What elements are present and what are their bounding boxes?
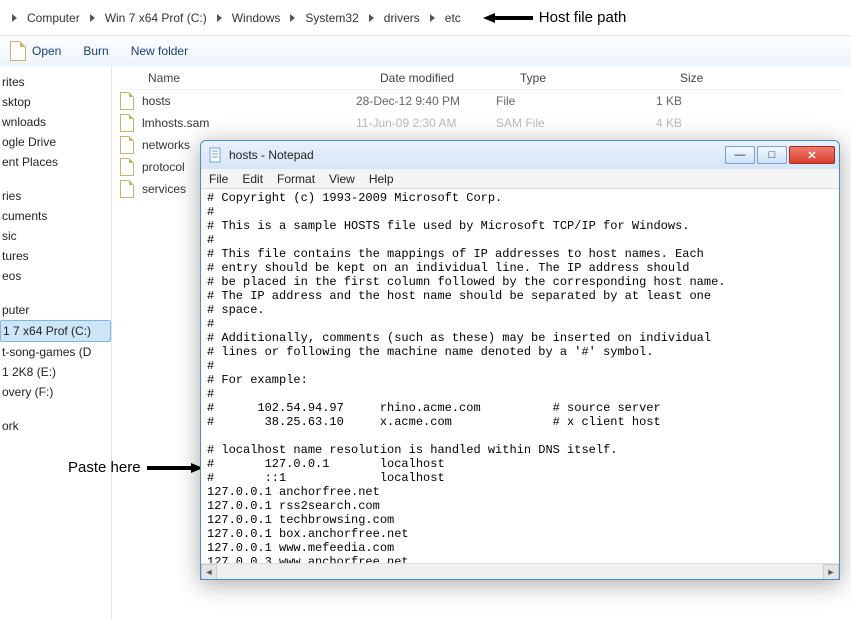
chevron-right-icon bbox=[217, 14, 222, 22]
nav-drive-e[interactable]: 1 2K8 (E:) bbox=[0, 362, 111, 382]
file-icon bbox=[120, 180, 134, 198]
chevron-right-icon bbox=[290, 14, 295, 22]
nav-documents[interactable]: cuments bbox=[0, 206, 111, 226]
nav-libraries[interactable]: ries bbox=[0, 186, 111, 206]
close-button[interactable]: ✕ bbox=[789, 146, 835, 164]
col-size[interactable]: Size bbox=[680, 71, 760, 85]
file-size: 4 KB bbox=[656, 116, 736, 130]
nav-favorites[interactable]: rites bbox=[0, 72, 111, 92]
crumb-drivers[interactable]: drivers bbox=[380, 9, 424, 27]
file-name: protocol bbox=[142, 160, 185, 174]
col-date[interactable]: Date modified bbox=[380, 71, 520, 85]
file-icon bbox=[120, 92, 134, 110]
nav-music[interactable]: sic bbox=[0, 226, 111, 246]
burn-button[interactable]: Burn bbox=[83, 44, 108, 58]
scroll-right-icon[interactable]: ► bbox=[823, 564, 839, 580]
notepad-icon bbox=[209, 147, 223, 163]
crumb-windows[interactable]: Windows bbox=[228, 9, 285, 27]
nav-drive-c[interactable]: 1 7 x64 Prof (C:) bbox=[0, 320, 111, 342]
nav-downloads[interactable]: wnloads bbox=[0, 112, 111, 132]
file-name: hosts bbox=[142, 94, 171, 108]
chevron-right-icon bbox=[369, 14, 374, 22]
open-button[interactable]: Open bbox=[10, 41, 61, 61]
notepad-titlebar[interactable]: hosts - Notepad — □ ✕ bbox=[201, 141, 839, 169]
nav-pictures[interactable]: tures bbox=[0, 246, 111, 266]
nav-drive-d[interactable]: t-song-games (D bbox=[0, 342, 111, 362]
file-row[interactable]: hosts 28-Dec-12 9:40 PM File 1 KB bbox=[120, 90, 843, 112]
file-size: 1 KB bbox=[656, 94, 736, 108]
file-name: services bbox=[142, 182, 186, 196]
file-name: networks bbox=[142, 138, 190, 152]
col-type[interactable]: Type bbox=[520, 71, 680, 85]
chevron-right-icon bbox=[12, 14, 17, 22]
new-folder-button[interactable]: New folder bbox=[131, 44, 188, 58]
file-type: SAM File bbox=[496, 116, 656, 130]
nav-network[interactable]: ork bbox=[0, 416, 111, 436]
menu-help[interactable]: Help bbox=[369, 172, 394, 186]
maximize-button[interactable]: □ bbox=[757, 146, 787, 164]
nav-drive-f[interactable]: overy (F:) bbox=[0, 382, 111, 402]
horizontal-scrollbar[interactable]: ◄ ► bbox=[201, 563, 839, 579]
nav-recent[interactable]: ent Places bbox=[0, 152, 111, 172]
annotation-paste: Paste here bbox=[68, 459, 203, 476]
file-icon bbox=[120, 136, 134, 154]
crumb-drive[interactable]: Win 7 x64 Prof (C:) bbox=[101, 9, 211, 27]
nav-pane[interactable]: rites sktop wnloads ogle Drive ent Place… bbox=[0, 66, 112, 620]
open-label: Open bbox=[32, 44, 61, 58]
annotation-arrow-icon bbox=[483, 13, 495, 23]
col-name[interactable]: Name bbox=[120, 71, 380, 85]
menu-format[interactable]: Format bbox=[277, 172, 315, 186]
chevron-right-icon bbox=[430, 14, 435, 22]
notepad-content[interactable]: # Copyright (c) 1993-2009 Microsoft Corp… bbox=[207, 191, 835, 563]
file-icon bbox=[10, 41, 26, 61]
file-type: File bbox=[496, 94, 656, 108]
notepad-title: hosts - Notepad bbox=[229, 148, 314, 162]
address-bar[interactable]: Computer Win 7 x64 Prof (C:) Windows Sys… bbox=[0, 0, 851, 36]
file-icon bbox=[120, 158, 134, 176]
scroll-track[interactable] bbox=[217, 564, 823, 579]
menu-file[interactable]: File bbox=[209, 172, 228, 186]
nav-desktop[interactable]: sktop bbox=[0, 92, 111, 112]
crumb-system32[interactable]: System32 bbox=[301, 9, 362, 27]
file-icon bbox=[120, 114, 134, 132]
annotation-bar bbox=[495, 16, 533, 20]
crumb-etc[interactable]: etc bbox=[441, 9, 465, 27]
notepad-menubar[interactable]: File Edit Format View Help bbox=[201, 169, 839, 189]
nav-computer[interactable]: puter bbox=[0, 300, 111, 320]
chevron-right-icon bbox=[90, 14, 95, 22]
file-date: 11-Jun-09 2:30 AM bbox=[356, 116, 496, 130]
file-row[interactable]: lmhosts.sam 11-Jun-09 2:30 AM SAM File 4… bbox=[120, 112, 843, 134]
annotation-path-label: Host file path bbox=[539, 9, 627, 26]
file-date: 28-Dec-12 9:40 PM bbox=[356, 94, 496, 108]
annotation-bar bbox=[147, 466, 191, 470]
nav-videos[interactable]: eos bbox=[0, 266, 111, 286]
menu-view[interactable]: View bbox=[329, 172, 355, 186]
toolbar: Open Burn New folder bbox=[0, 36, 851, 66]
menu-edit[interactable]: Edit bbox=[242, 172, 263, 186]
annotation-paste-label: Paste here bbox=[68, 459, 141, 476]
column-headers[interactable]: Name Date modified Type Size bbox=[120, 66, 843, 90]
nav-googledrive[interactable]: ogle Drive bbox=[0, 132, 111, 152]
notepad-text-area[interactable]: # Copyright (c) 1993-2009 Microsoft Corp… bbox=[201, 189, 839, 563]
scroll-left-icon[interactable]: ◄ bbox=[201, 564, 217, 580]
crumb-computer[interactable]: Computer bbox=[23, 9, 84, 27]
file-name: lmhosts.sam bbox=[142, 116, 209, 130]
notepad-window[interactable]: hosts - Notepad — □ ✕ File Edit Format V… bbox=[200, 140, 840, 580]
minimize-button[interactable]: — bbox=[725, 146, 755, 164]
